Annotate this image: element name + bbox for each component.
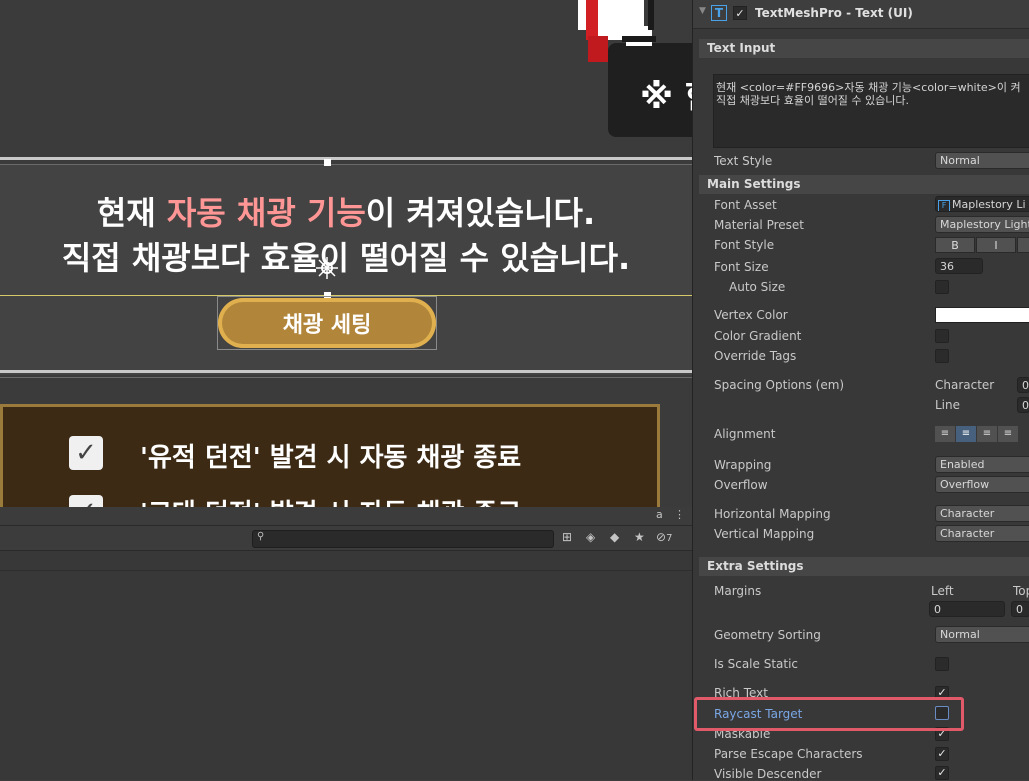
margins-left-field[interactable]: 0 — [929, 601, 1005, 617]
align-justify-icon[interactable]: ≡ — [998, 426, 1018, 442]
align-center-icon[interactable]: ≡ — [956, 426, 976, 442]
section-text-input[interactable]: Text Input — [699, 39, 1029, 58]
spacing-character-label: Character — [935, 378, 995, 392]
component-header[interactable]: ▼ T ✓ TextMeshPro - Text (UI) — [693, 0, 1029, 29]
filter-type-icon[interactable]: ◈ — [586, 530, 595, 544]
mine-setting-label: 채광 세팅 — [282, 313, 372, 338]
notice-toast-text: ※ 한 — [640, 77, 692, 117]
parse-escape-checkbox[interactable]: ✓ — [935, 747, 949, 761]
material-preset-dropdown[interactable]: Maplestory Light — [935, 216, 1029, 233]
search-input[interactable]: ⚲ — [252, 530, 554, 548]
checklist-label: '유적 던전' 발견 시 자동 채광 종료 — [140, 443, 522, 473]
override-tags-label: Override Tags — [714, 349, 797, 363]
main-message-line2: 직접 채광보다 효율이 떨어질 수 있습니다. — [61, 239, 631, 277]
vertex-color-swatch[interactable] — [935, 307, 1029, 323]
margins-left-label: Left — [931, 584, 954, 598]
italic-button[interactable]: I — [976, 237, 1016, 253]
component-enabled-checkbox[interactable]: ✓ — [733, 6, 747, 20]
visible-descender-label: Visible Descender — [714, 767, 822, 781]
asset-list-header — [0, 551, 692, 571]
align-right-icon[interactable]: ≡ — [977, 426, 997, 442]
overflow-dropdown[interactable]: Overflow — [935, 476, 1029, 493]
overflow-label: Overflow — [714, 478, 768, 492]
section-main-settings[interactable]: Main Settings — [699, 175, 1029, 194]
checklist-label: '고대 던전' 발견 시 자동 채광 종료 — [140, 493, 521, 507]
lock-icon[interactable]: a — [656, 508, 663, 521]
align-left-icon[interactable]: ≡ — [935, 426, 955, 442]
auto-size-label: Auto Size — [729, 280, 786, 294]
main-message-line1: 현재 자동 채광 기능이 켜져있습니다. — [96, 194, 596, 232]
color-gradient-checkbox[interactable] — [935, 329, 949, 343]
alignment-label: Alignment — [714, 427, 776, 441]
separator-line — [0, 377, 692, 378]
checkbox-ruins-dungeon[interactable]: ✓ — [69, 436, 103, 470]
hidden-icon[interactable]: ⊘7 — [656, 530, 672, 544]
font-style-label: Font Style — [714, 238, 775, 252]
bold-button[interactable]: B — [935, 237, 975, 253]
wrapping-dropdown[interactable]: Enabled — [935, 456, 1029, 473]
font-size-field[interactable]: 36 — [935, 258, 983, 274]
is-scale-static-checkbox[interactable] — [935, 657, 949, 671]
foldout-arrow-icon[interactable]: ▼ — [699, 6, 706, 16]
margins-top-label: Top — [1013, 584, 1029, 598]
create-icon[interactable]: ⊞ — [562, 530, 572, 544]
checkbox-ancient-dungeon[interactable]: ✓ — [69, 495, 103, 507]
section-extra-settings[interactable]: Extra Settings — [699, 557, 1029, 576]
horizontal-mapping-label: Horizontal Mapping — [714, 507, 831, 521]
text-style-dropdown[interactable]: Normal — [935, 152, 1029, 169]
inspector-panel: ▼ T ✓ TextMeshPro - Text (UI) Text Input… — [692, 0, 1029, 781]
geometry-sorting-dropdown[interactable]: Normal — [935, 626, 1029, 643]
spacing-character-field[interactable]: 0 — [1017, 377, 1029, 393]
annotation-highlight — [694, 697, 964, 731]
font-asset-field[interactable]: F Maplestory Li — [935, 196, 1029, 212]
underline-button[interactable] — [1017, 237, 1029, 253]
textmeshpro-icon: T — [711, 5, 727, 21]
override-tags-checkbox[interactable] — [935, 349, 949, 363]
font-size-label: Font Size — [714, 260, 769, 274]
project-panel: a ⋮ ⚲ ⊞ ◈ ◆ ★ ⊘7 — [0, 507, 692, 780]
text-style-label: Text Style — [714, 154, 773, 168]
font-asset-label: Font Asset — [714, 198, 777, 212]
margins-label: Margins — [714, 584, 762, 598]
visible-descender-checkbox[interactable]: ✓ — [935, 766, 949, 780]
panel-tabbar: a ⋮ — [0, 507, 692, 526]
label-icon[interactable]: ◆ — [610, 530, 619, 544]
hidden-count: 7 — [666, 533, 673, 544]
parse-escape-label: Parse Escape Characters — [714, 747, 863, 761]
vertical-mapping-dropdown[interactable]: Character — [935, 525, 1029, 542]
text-input-area[interactable]: 현재 <color=#FF9696>자동 채광 기능<color=white>이… — [713, 74, 1029, 148]
favorite-icon[interactable]: ★ — [634, 530, 645, 544]
wrapping-label: Wrapping — [714, 458, 772, 472]
scene-view[interactable]: ※ 한 현재 자동 채광 기능이 켜져있습니다. 직접 채광보다 효율이 떨어질… — [0, 0, 692, 507]
mascot-sprite — [578, 0, 656, 62]
component-title: TextMeshPro - Text (UI) — [755, 6, 913, 20]
pivot-icon[interactable] — [314, 255, 340, 281]
menu-icon[interactable]: ⋮ — [674, 508, 685, 521]
spacing-line-label: Line — [935, 398, 961, 412]
is-scale-static-label: Is Scale Static — [714, 657, 799, 671]
rect-handle-top[interactable] — [324, 159, 331, 166]
horizontal-mapping-dropdown[interactable]: Character — [935, 505, 1029, 522]
vertical-mapping-label: Vertical Mapping — [714, 527, 815, 541]
mine-setting-button[interactable]: 채광 세팅 — [218, 298, 436, 348]
margins-top-field[interactable]: 0 — [1011, 601, 1029, 617]
spacing-line-field[interactable]: 0 — [1017, 397, 1029, 413]
font-asset-icon: F — [938, 200, 950, 211]
separator-line — [0, 157, 692, 160]
spacing-options-label: Spacing Options (em) — [714, 378, 845, 392]
highlight-text: 자동 채광 기능 — [166, 194, 366, 232]
search-icon: ⚲ — [257, 531, 265, 542]
geometry-sorting-label: Geometry Sorting — [714, 628, 821, 642]
separator-line — [0, 370, 692, 373]
panel-toolbar: ⚲ ⊞ ◈ ◆ ★ ⊘7 — [0, 526, 692, 551]
color-gradient-label: Color Gradient — [714, 329, 802, 343]
auto-size-checkbox[interactable] — [935, 280, 949, 294]
vertex-color-label: Vertex Color — [714, 308, 788, 322]
checklist-panel: ✓ '유적 던전' 발견 시 자동 채광 종료 ✓ '고대 던전' 발견 시 자… — [0, 404, 660, 507]
alignment-buttons: ≡ ≡ ≡ ≡ — [935, 426, 1029, 442]
material-preset-label: Material Preset — [714, 218, 804, 232]
